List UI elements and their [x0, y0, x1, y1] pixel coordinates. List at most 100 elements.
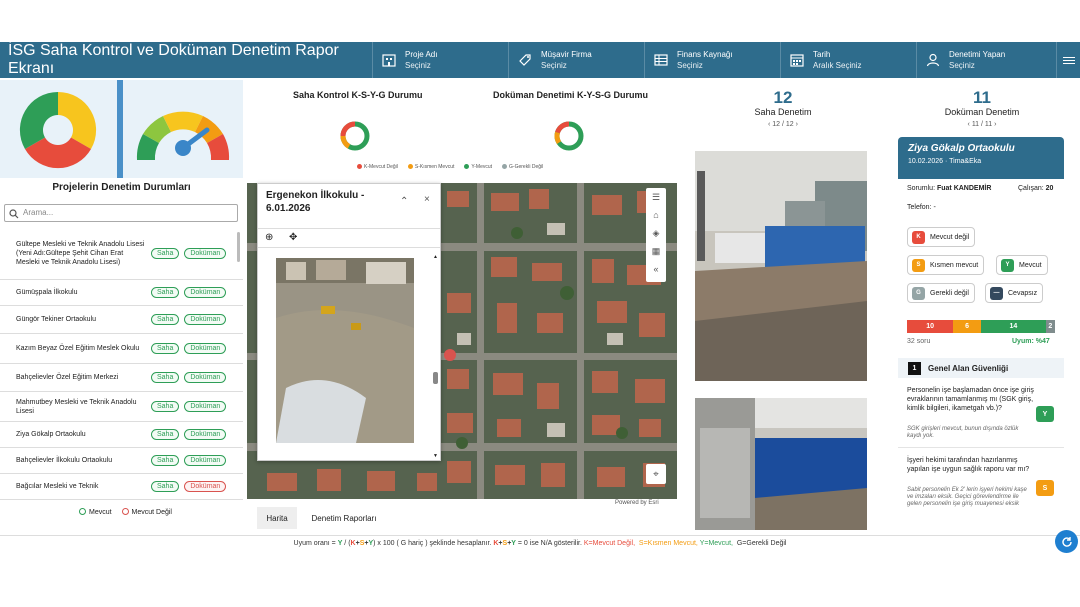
next-icon[interactable]: ›: [796, 121, 798, 128]
question-1: Personelin işe başlamadan önce işe giriş…: [907, 387, 1034, 412]
dokuman-pill[interactable]: Doküman: [184, 287, 227, 298]
table-icon: [654, 54, 668, 66]
layers-icon[interactable]: ◈: [646, 224, 666, 242]
search-icon: [9, 209, 19, 219]
telefon-row: Telefon: -: [907, 204, 936, 211]
prev-icon[interactable]: ‹: [968, 121, 970, 128]
list-item[interactable]: Kazım Beyaz Özel Eğitim Meslek Okulu Saha…: [0, 334, 243, 364]
list-item[interactable]: Bağcılar Mesleki ve Teknik Saha Doküman: [0, 474, 243, 500]
dokuman-pill[interactable]: Doküman: [184, 455, 227, 466]
dokuman-pill[interactable]: Doküman: [184, 481, 227, 492]
saha-pill[interactable]: Saha: [151, 287, 180, 298]
filter-value: Aralık Seçiniz: [813, 61, 862, 70]
dokuman-count: 11: [973, 88, 991, 107]
question-2: İşyeri hekimi tarafından hazırlanmış yap…: [907, 457, 1030, 473]
sorumlu-row: Sorumlu: Fuat KANDEMİR: [907, 185, 992, 192]
question-2-answer: S: [1036, 480, 1054, 496]
question-1-answer: Y: [1036, 406, 1054, 422]
filter-value: Seçiniz: [541, 61, 567, 70]
search-input[interactable]: Arama...: [4, 204, 238, 222]
project-list: Gültepe Mesleki ve Teknik Anadolu Lisesi…: [0, 228, 243, 500]
divider: [898, 447, 1064, 448]
dokuman-pill[interactable]: Doküman: [184, 401, 227, 412]
pan-icon[interactable]: ✥: [289, 232, 297, 243]
dokuman-pill[interactable]: Doküman: [184, 314, 227, 325]
saha-pill[interactable]: Saha: [151, 401, 180, 412]
saha-pill[interactable]: Saha: [151, 455, 180, 466]
locate-icon[interactable]: ⌖: [646, 464, 666, 484]
zoom-icon[interactable]: ⊕: [265, 232, 273, 243]
project-name: Kazım Beyaz Özel Eğitim Meslek Okulu: [16, 345, 140, 352]
list-item[interactable]: Gültepe Mesleki ve Teknik Anadolu Lisesi…: [0, 228, 243, 280]
chevron-up-icon[interactable]: ⌃: [400, 196, 408, 207]
filter-y-button[interactable]: Y Mevcut: [996, 255, 1048, 275]
filter-s-button[interactable]: S Kısmen mevcut: [907, 255, 985, 275]
legend-entry: Y-Mevcut: [464, 164, 492, 170]
tab-harita[interactable]: Harita: [257, 507, 297, 529]
saha-pill[interactable]: Saha: [151, 343, 180, 354]
filter-g-button[interactable]: G Gerekli değil: [907, 283, 975, 303]
legend-entry: G-Gerekli Değil: [502, 164, 543, 170]
dokuman-pager: ‹ 11 / 11 ›: [967, 121, 997, 128]
saha-pill[interactable]: Saha: [151, 314, 180, 325]
user-icon: [926, 53, 940, 67]
filter-denetimi-yapan[interactable]: Denetimi Yapan Seçiniz: [916, 42, 1052, 78]
filter-label: Finans Kaynağı: [677, 50, 733, 59]
saha-chart-title: Saha Kontrol K-S-Y-G Durumu: [293, 90, 423, 100]
filter-cevapsiz-button[interactable]: — Cevapsız: [985, 283, 1044, 303]
filter-label: Müşavir Firma: [541, 50, 592, 59]
map-marker[interactable]: [444, 349, 456, 361]
bookmark-icon[interactable]: ⌂: [646, 206, 666, 224]
dokuman-label: Doküman Denetim: [944, 107, 1020, 117]
prev-icon[interactable]: ‹: [768, 121, 770, 128]
saha-pill[interactable]: Saha: [151, 481, 180, 492]
list-item[interactable]: Mahmutbey Mesleki ve Teknik Anadolu Lise…: [0, 392, 243, 422]
popup-scrollbar[interactable]: ▲ ▼: [432, 254, 438, 459]
refresh-button[interactable]: [1055, 530, 1078, 553]
footer-formula: Uyum oranı = Y / (K+S+Y) x 100 ( G hariç…: [0, 535, 1080, 551]
dokuman-pill[interactable]: Doküman: [184, 248, 227, 259]
list-item[interactable]: Güngör Tekiner Ortaokulu Saha Doküman: [0, 306, 243, 334]
list-item[interactable]: Bahçelievler Özel Eğitim Merkezi Saha Dokü…: [0, 364, 243, 392]
dokuman-pill[interactable]: Doküman: [184, 343, 227, 354]
top-header: İSG Saha Kontrol ve Doküman Denetim Rapo…: [0, 42, 1080, 78]
collapse-icon[interactable]: «: [646, 260, 666, 278]
close-icon[interactable]: ×: [424, 194, 430, 205]
bottom-tabs: Harita Denetim Raporları: [247, 507, 677, 529]
section-number: 1: [908, 361, 921, 375]
saha-photo-1[interactable]: [695, 151, 867, 381]
filter-tarih[interactable]: Tarih Aralık Seçiniz: [780, 42, 916, 78]
qr-icon[interactable]: ▦: [646, 242, 666, 260]
menu-button[interactable]: [1056, 42, 1080, 78]
filter-k-button[interactable]: K Mevcut değil: [907, 227, 976, 247]
legend-bad: Mevcut Değil: [131, 509, 172, 516]
list-scrollbar[interactable]: [237, 232, 240, 262]
section-header[interactable]: 1 Genel Alan Güvenliği: [898, 358, 1064, 378]
section-title: Genel Alan Güvenliği: [928, 363, 1009, 373]
dokuman-pill[interactable]: Doküman: [184, 429, 227, 440]
legend-ok-dot: [79, 508, 86, 515]
tab-denetim-raporlari[interactable]: Denetim Raporları: [305, 507, 383, 529]
filter-musavir-firma[interactable]: Müşavir Firma Seçiniz: [508, 42, 644, 78]
filter-finans-kaynagi[interactable]: Finans Kaynağı Seçiniz: [644, 42, 780, 78]
list-item[interactable]: Gümüşpala İlkokulu Saha Doküman: [0, 280, 243, 306]
saha-pill[interactable]: Saha: [151, 372, 180, 383]
app-title: İSG Saha Kontrol ve Doküman Denetim Rapo…: [8, 42, 339, 77]
next-icon[interactable]: ›: [994, 121, 996, 128]
filter-proje-adi[interactable]: Proje Adı Seçiniz: [372, 42, 508, 78]
saha-photo-2[interactable]: [695, 398, 867, 530]
saha-pill[interactable]: Saha: [151, 248, 180, 259]
project-name: Mahmutbey Mesleki ve Teknik Anadolu Lise…: [16, 398, 137, 415]
legend-entry: S-Kısmen Mevcut: [407, 164, 454, 170]
saha-count: 12: [773, 88, 793, 107]
uyum-score: Uyum: %47: [1012, 338, 1050, 345]
list-icon[interactable]: ☰: [646, 188, 666, 206]
saha-pill[interactable]: Saha: [151, 429, 180, 440]
compliance-gauge: [136, 111, 230, 160]
tag-icon: [519, 54, 531, 66]
list-item[interactable]: Ziya Gökalp Ortaokulu Saha Doküman: [0, 422, 243, 448]
popup-toolbar: ⊕ ✥: [258, 228, 440, 248]
score-g: 2: [1045, 320, 1055, 333]
dokuman-pill[interactable]: Doküman: [184, 372, 227, 383]
list-item[interactable]: Bahçelievler İlkokulu Ortaokulu Saha Doküm…: [0, 448, 243, 474]
